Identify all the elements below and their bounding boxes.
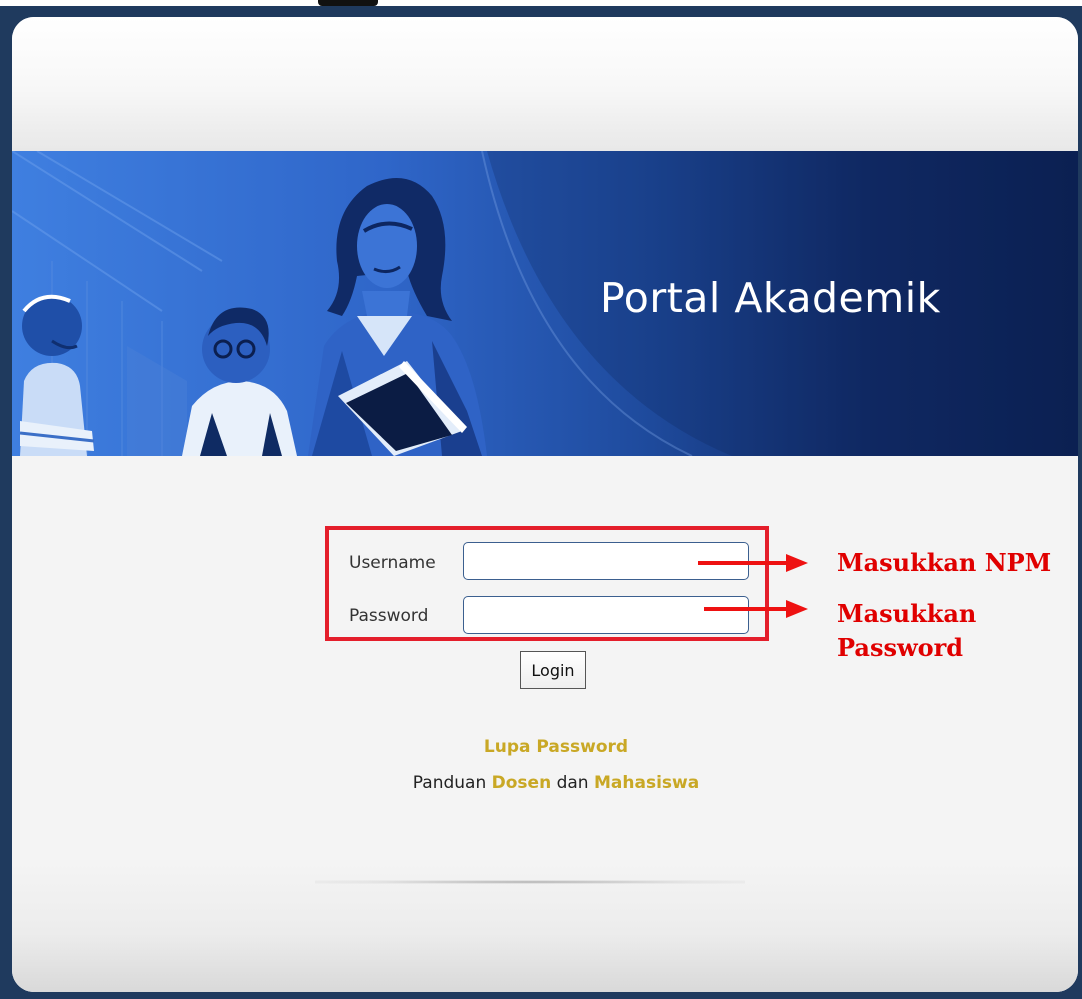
- guide-conjunction: dan: [556, 773, 589, 793]
- forgot-password-link[interactable]: Lupa Password: [484, 737, 628, 757]
- guide-mahasiswa-link[interactable]: Mahasiswa: [594, 773, 699, 793]
- bottom-divider: [315, 880, 745, 884]
- annotation-password-line2: Password: [837, 633, 964, 662]
- banner: Portal Akademik: [12, 151, 1078, 456]
- annotation-password: Masukkan Password: [837, 597, 976, 665]
- annotation-password-line1: Masukkan: [837, 599, 977, 628]
- arrow-head: [786, 554, 808, 572]
- forgot-password-row: Lupa Password: [15, 737, 1082, 757]
- arrow-shaft: [698, 561, 790, 565]
- arrow-shaft: [704, 607, 790, 611]
- login-card: Portal Akademik: [12, 17, 1078, 992]
- banner-title: Portal Akademik: [600, 274, 941, 322]
- annotation-npm: Masukkan NPM: [837, 548, 1052, 577]
- arrow-head: [786, 600, 808, 618]
- guide-prefix: Panduan: [412, 773, 487, 793]
- username-label: Username: [349, 553, 436, 573]
- frame-top-edge: [0, 0, 1082, 6]
- guide-row: Panduan Dosen dan Mahasiswa: [15, 773, 1082, 793]
- arrow-to-password: [704, 597, 810, 621]
- login-button[interactable]: Login: [520, 651, 586, 689]
- header-area: [12, 17, 1078, 151]
- guide-dosen-link[interactable]: Dosen: [492, 773, 552, 793]
- password-label: Password: [349, 606, 429, 626]
- frame-clip: [318, 0, 378, 6]
- arrow-to-npm: [698, 551, 810, 575]
